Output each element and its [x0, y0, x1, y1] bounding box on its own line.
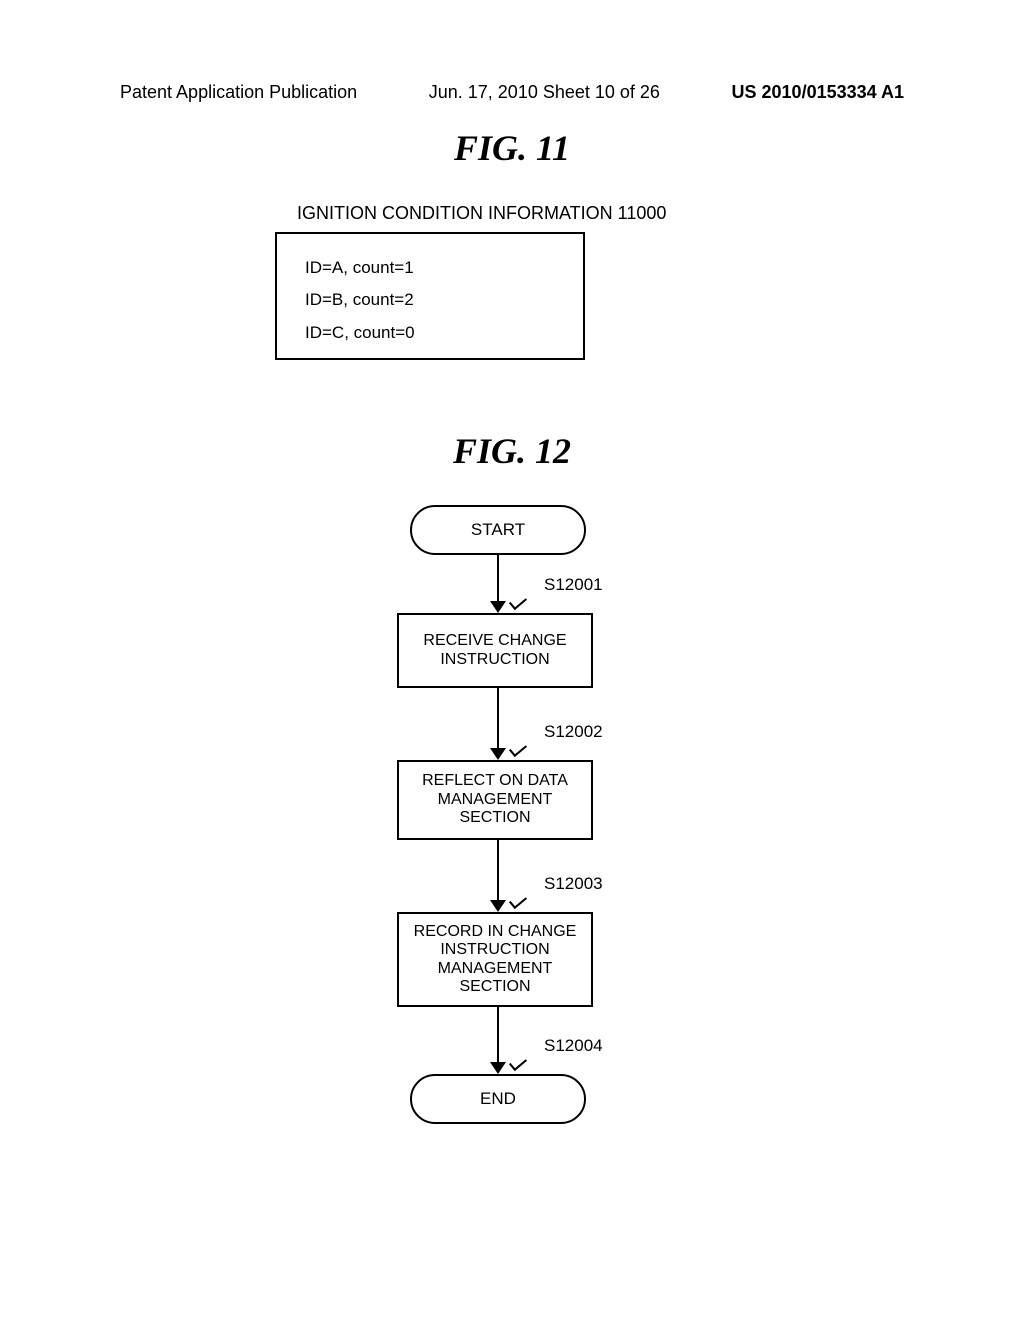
ignition-condition-box: ID=A, count=1 ID=B, count=2 ID=C, count=…	[275, 232, 585, 360]
tick-icon	[510, 599, 526, 609]
arrow-head-icon	[490, 601, 506, 613]
flow-step-receive-change: RECEIVE CHANGE INSTRUCTION	[397, 613, 593, 688]
fig11-row: ID=A, count=1	[305, 252, 555, 284]
page-header: Patent Application Publication Jun. 17, …	[0, 82, 1024, 103]
flow-step-record-change: RECORD IN CHANGE INSTRUCTION MANAGEMENT …	[397, 912, 593, 1007]
arrow-head-icon	[490, 900, 506, 912]
fig11-row: ID=B, count=2	[305, 284, 555, 316]
header-left: Patent Application Publication	[120, 82, 357, 103]
step-label: S12001	[544, 575, 603, 595]
fig12-title: FIG. 12	[0, 430, 1024, 472]
fig11-title: FIG. 11	[0, 127, 1024, 169]
step-label: S12002	[544, 722, 603, 742]
flow-arrow	[497, 840, 499, 900]
step-label: S12003	[544, 874, 603, 894]
arrow-head-icon	[490, 1062, 506, 1074]
flow-end: END	[410, 1074, 586, 1124]
flow-start: START	[410, 505, 586, 555]
tick-icon	[510, 1060, 526, 1070]
tick-icon	[510, 746, 526, 756]
fig11-row: ID=C, count=0	[305, 317, 555, 349]
header-center: Jun. 17, 2010 Sheet 10 of 26	[429, 82, 660, 103]
arrow-head-icon	[490, 748, 506, 760]
flow-arrow	[497, 688, 499, 748]
header-right: US 2010/0153334 A1	[732, 82, 904, 103]
flow-arrow	[497, 1007, 499, 1062]
tick-icon	[510, 898, 526, 908]
step-label: S12004	[544, 1036, 603, 1056]
fig11-caption: IGNITION CONDITION INFORMATION 11000	[297, 203, 666, 224]
flow-arrow	[497, 555, 499, 601]
flow-step-reflect-data: REFLECT ON DATA MANAGEMENT SECTION	[397, 760, 593, 840]
